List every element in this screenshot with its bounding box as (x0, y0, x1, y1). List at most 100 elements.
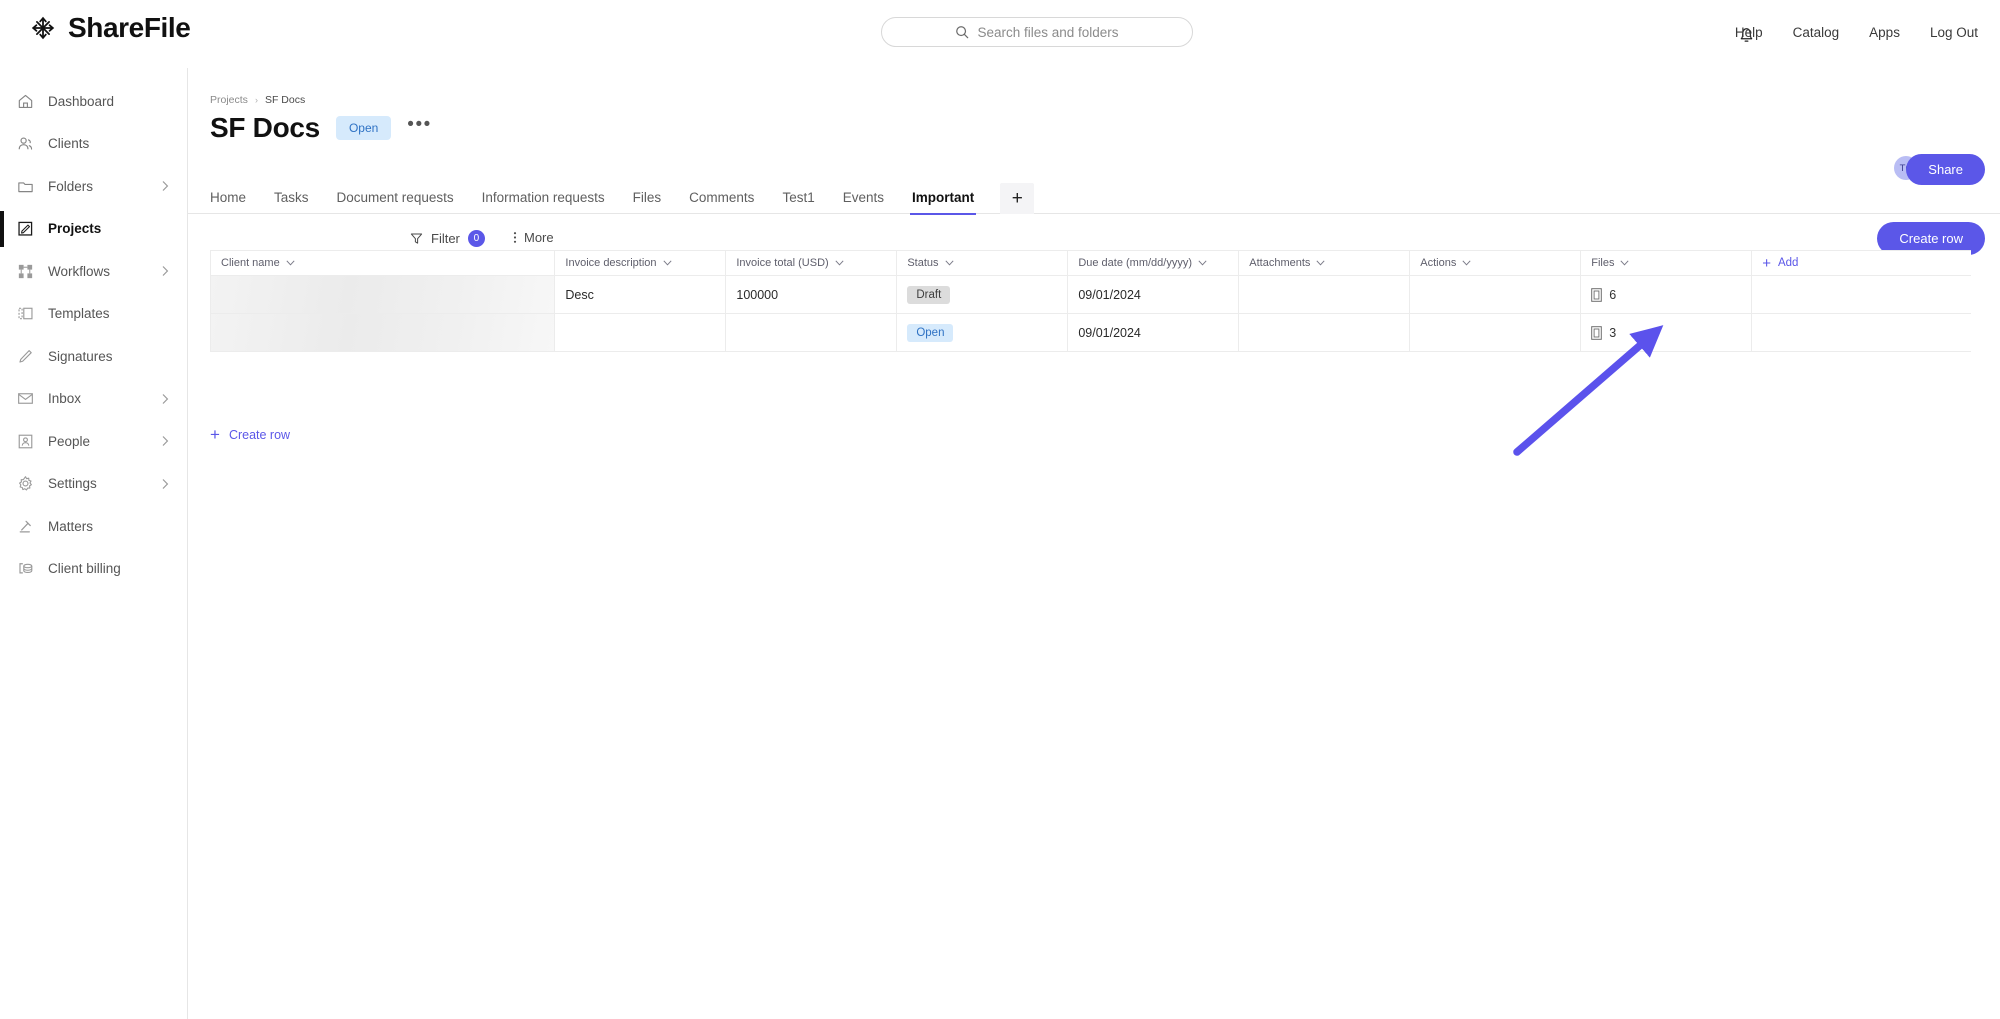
sidebar-item-matters[interactable]: Matters (0, 505, 187, 548)
table-row[interactable]: Desc 100000 Draft 09/01/2024 6 (209, 275, 1971, 314)
column-label: Attachments (1249, 257, 1311, 269)
overflow-menu-icon[interactable]: ••• (407, 115, 431, 137)
redacted-value (211, 276, 555, 313)
cell-attachments[interactable] (1238, 275, 1411, 314)
column-label: Client name (221, 257, 280, 269)
plus-icon: + (1762, 254, 1771, 272)
cell-due-date[interactable]: 09/01/2024 (1067, 313, 1240, 352)
sidebar-item-label: Projects (48, 221, 102, 237)
files-count: 3 (1609, 325, 1617, 340)
templates-icon (18, 307, 33, 320)
sidebar-item-people[interactable]: People (0, 420, 187, 463)
column-header-attachments[interactable]: Attachments (1238, 250, 1411, 276)
column-header-client-name[interactable]: Client name (209, 250, 556, 276)
tab-files[interactable]: Files (619, 190, 676, 214)
projects-icon (18, 222, 33, 236)
table-row[interactable]: Open 09/01/2024 3 (209, 313, 1971, 352)
funnel-icon (410, 233, 423, 244)
workflows-icon (18, 264, 33, 278)
chevron-right-icon (162, 393, 169, 404)
cell-files[interactable]: 6 (1580, 275, 1753, 314)
file-icon (1591, 325, 1603, 340)
chevron-down-icon (662, 260, 672, 266)
cell-invoice-total[interactable]: 100000 (725, 275, 898, 314)
tab-important[interactable]: Important (898, 190, 988, 215)
column-header-actions[interactable]: Actions (1409, 250, 1582, 276)
cell-files[interactable]: 3 (1580, 313, 1753, 352)
chevron-right-icon (162, 181, 169, 192)
chevron-down-icon (286, 260, 295, 266)
breadcrumb-item-projects[interactable]: Projects (210, 94, 248, 106)
status-badge: Draft (907, 285, 951, 304)
cell-invoice-description[interactable] (554, 313, 727, 352)
table-header-row: Client name Invoice description Invoice … (209, 250, 1971, 276)
sidebar-item-settings[interactable]: Settings (0, 463, 187, 506)
sidebar-item-label: Folders (48, 178, 94, 194)
more-button[interactable]: More (513, 230, 554, 245)
cell-invoice-total[interactable] (725, 313, 898, 352)
add-column-header[interactable]: + Add (1751, 250, 1971, 276)
sidebar-item-label: Matters (48, 518, 94, 534)
cell-status[interactable]: Draft (896, 275, 1069, 314)
cell-status[interactable]: Open (896, 313, 1069, 352)
status-badge[interactable]: Open (335, 116, 392, 140)
column-header-invoice-total[interactable]: Invoice total (USD) (725, 250, 898, 276)
search-input[interactable]: Search files and folders (881, 17, 1193, 47)
cell-due-date[interactable]: 09/01/2024 (1067, 275, 1240, 314)
tab-test1[interactable]: Test1 (768, 190, 828, 214)
folder-icon (18, 182, 33, 192)
column-header-invoice-description[interactable]: Invoice description (554, 250, 727, 276)
tab-document-requests[interactable]: Document requests (323, 190, 468, 214)
cell-attachments[interactable] (1238, 313, 1411, 352)
tab-tasks[interactable]: Tasks (260, 190, 323, 214)
sidebar-item-label: People (48, 433, 91, 449)
top-nav-help[interactable]: Help (1735, 25, 1763, 40)
sidebar-item-projects[interactable]: Projects (0, 208, 187, 251)
sidebar-item-label: Signatures (48, 348, 113, 364)
sidebar-item-dashboard[interactable]: Dashboard (0, 80, 187, 123)
top-nav-apps[interactable]: Apps (1869, 25, 1900, 40)
breadcrumb: Projects › SF Docs (210, 94, 305, 106)
billing-icon (19, 563, 33, 574)
create-row-link[interactable]: + Create row (210, 426, 290, 443)
sidebar-item-folders[interactable]: Folders (0, 165, 187, 208)
tab-comments[interactable]: Comments (675, 190, 768, 214)
data-table: Client name Invoice description Invoice … (209, 250, 1971, 352)
breadcrumb-separator: › (254, 95, 258, 105)
tab-information-requests[interactable]: Information requests (468, 190, 619, 214)
more-label: More (524, 230, 554, 245)
sidebar-item-templates[interactable]: Templates (0, 293, 187, 336)
chevron-down-icon (1620, 260, 1630, 266)
cell-actions[interactable] (1409, 313, 1582, 352)
search-placeholder: Search files and folders (977, 24, 1119, 40)
cell-invoice-description[interactable]: Desc (554, 275, 727, 314)
mail-icon (18, 393, 33, 405)
sidebar-item-inbox[interactable]: Inbox (0, 378, 187, 421)
top-header-bar: ShareFile Search files and folders Help … (0, 0, 2000, 68)
column-header-due-date[interactable]: Due date (mm/dd/yyyy) (1067, 250, 1240, 276)
top-nav-catalog[interactable]: Catalog (1793, 25, 1840, 40)
sidebar-item-label: Clients (48, 136, 90, 152)
add-tab-button[interactable]: + (1000, 183, 1035, 214)
column-header-files[interactable]: Files (1580, 250, 1753, 276)
sidebar-item-clients[interactable]: Clients (0, 123, 187, 166)
filter-button[interactable]: Filter 0 (410, 230, 485, 247)
top-nav-log-out[interactable]: Log Out (1930, 25, 1978, 40)
sidebar-item-signatures[interactable]: Signatures (0, 335, 187, 378)
brand-logo-group[interactable]: ShareFile (28, 12, 191, 44)
column-header-status[interactable]: Status (896, 250, 1069, 276)
tab-events[interactable]: Events (829, 190, 898, 214)
sidebar-item-workflows[interactable]: Workflows (0, 250, 187, 293)
breadcrumb-item-sf-docs[interactable]: SF Docs (265, 94, 305, 106)
top-nav: Help Catalog Apps Log Out (1735, 25, 1978, 40)
cell-client-name[interactable] (209, 275, 556, 314)
sidebar-item-client-billing[interactable]: Client billing (0, 548, 187, 591)
cell-client-name[interactable] (209, 313, 556, 352)
chevron-down-icon (1316, 260, 1325, 266)
status-badge: Open (907, 323, 954, 342)
cell-actions[interactable] (1409, 275, 1582, 314)
tab-home[interactable]: Home (210, 190, 260, 214)
chevron-right-icon (162, 436, 169, 447)
sidebar-item-label: Workflows (48, 263, 111, 279)
chevron-right-icon (162, 478, 169, 489)
